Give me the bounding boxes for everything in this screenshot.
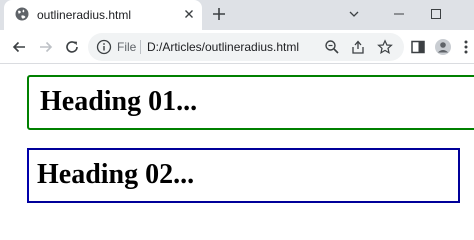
maximize-icon[interactable] (418, 0, 454, 30)
tab-outlineradius[interactable]: outlineradius.html (4, 0, 202, 30)
info-icon[interactable] (96, 39, 112, 55)
heading-box-1: Heading 01... (27, 75, 474, 130)
heading-box-2: Heading 02... (27, 148, 460, 203)
share-icon[interactable] (350, 39, 366, 55)
arrow-left-icon[interactable] (10, 38, 28, 56)
tab-title: outlineradius.html (37, 8, 132, 22)
side-panel-icon[interactable] (409, 38, 427, 56)
minimize-icon[interactable] (381, 0, 417, 30)
chevron-down-icon[interactable] (336, 0, 372, 30)
arrow-right-icon[interactable] (37, 38, 55, 56)
star-icon[interactable] (377, 39, 393, 55)
browser-toolbar: File D:/Articles/outlineradius.html (0, 30, 474, 64)
close-icon[interactable] (182, 7, 196, 21)
plus-icon[interactable] (211, 6, 227, 22)
reload-icon[interactable] (63, 38, 81, 56)
omnibox-divider (140, 40, 141, 54)
scheme-label: File (117, 40, 137, 54)
zoom-icon[interactable] (324, 39, 340, 55)
address-bar[interactable]: File D:/Articles/outlineradius.html (88, 33, 404, 61)
heading-2: Heading 02... (37, 159, 195, 190)
tab-strip: outlineradius.html (0, 0, 474, 30)
url-text[interactable]: D:/Articles/outlineradius.html (147, 40, 299, 54)
profile-icon[interactable] (434, 38, 452, 56)
heading-1: Heading 01... (40, 86, 198, 117)
globe-icon (15, 7, 29, 21)
more-vert-icon[interactable] (457, 38, 474, 56)
page-content: Heading 01... Heading 02... (0, 65, 474, 220)
